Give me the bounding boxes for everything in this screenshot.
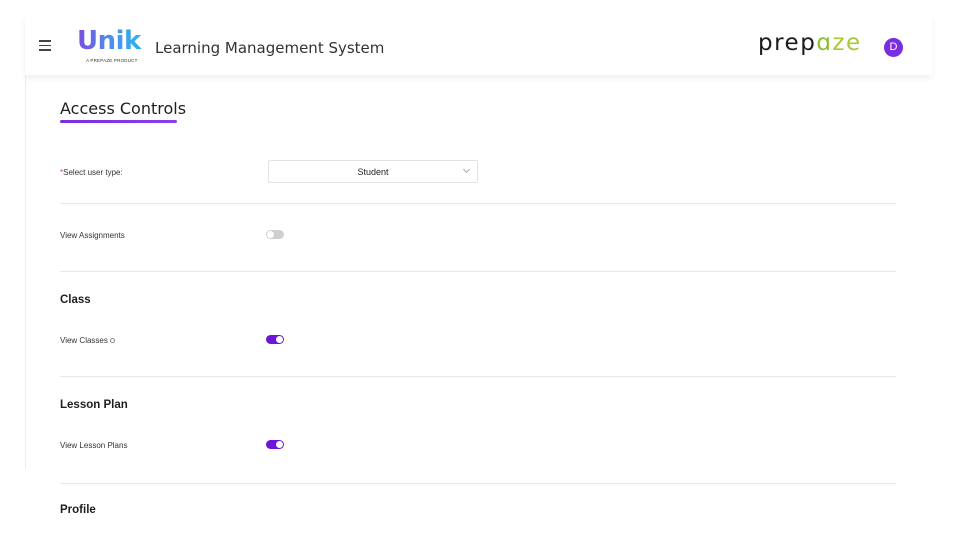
user-type-label: *Select user type: (60, 168, 123, 177)
section-title-class: Class (60, 294, 91, 306)
brand-o: ɑ (816, 30, 833, 56)
toggle-knob (267, 231, 274, 238)
brand-suffix: ze (832, 30, 862, 56)
divider (60, 376, 896, 377)
logo-tagline: A PREPAZE PRODUCT (86, 58, 138, 63)
divider (60, 483, 896, 484)
hamburger-menu-icon[interactable] (39, 40, 51, 51)
view-lesson-plans-label: View Lesson Plans (60, 441, 128, 450)
divider (60, 203, 896, 204)
toggle-knob (276, 441, 283, 448)
user-avatar[interactable]: D (884, 38, 903, 57)
view-lesson-plans-toggle[interactable] (266, 440, 284, 449)
view-assignments-label: View Assignments (60, 231, 125, 240)
toggle-knob (276, 336, 283, 343)
brand-prefix: prep (758, 30, 817, 56)
top-header: Unik A PREPAZE PRODUCT Learning Manageme… (25, 17, 932, 75)
app-title: Learning Management System (155, 39, 385, 57)
view-classes-toggle[interactable] (266, 335, 284, 344)
page-title: Access Controls (60, 99, 187, 118)
prepaze-brand-logo: prepɑze (758, 30, 862, 56)
user-type-selected-value: Student (357, 167, 389, 177)
view-assignments-toggle[interactable] (266, 230, 284, 239)
section-title-profile: Profile (60, 504, 96, 516)
unik-logo: Unik A PREPAZE PRODUCT (77, 26, 149, 66)
logo-word: Unik (77, 26, 149, 56)
user-type-label-text: Select user type: (63, 168, 123, 177)
title-underline (60, 120, 177, 123)
user-type-select[interactable]: Student (268, 160, 478, 183)
sidebar-edge (25, 75, 26, 469)
view-classes-label-text: View Classes (60, 336, 108, 345)
section-title-lesson-plan: Lesson Plan (60, 399, 128, 411)
info-icon[interactable] (109, 338, 115, 344)
divider (60, 271, 896, 272)
view-classes-label: View Classes (60, 336, 115, 345)
